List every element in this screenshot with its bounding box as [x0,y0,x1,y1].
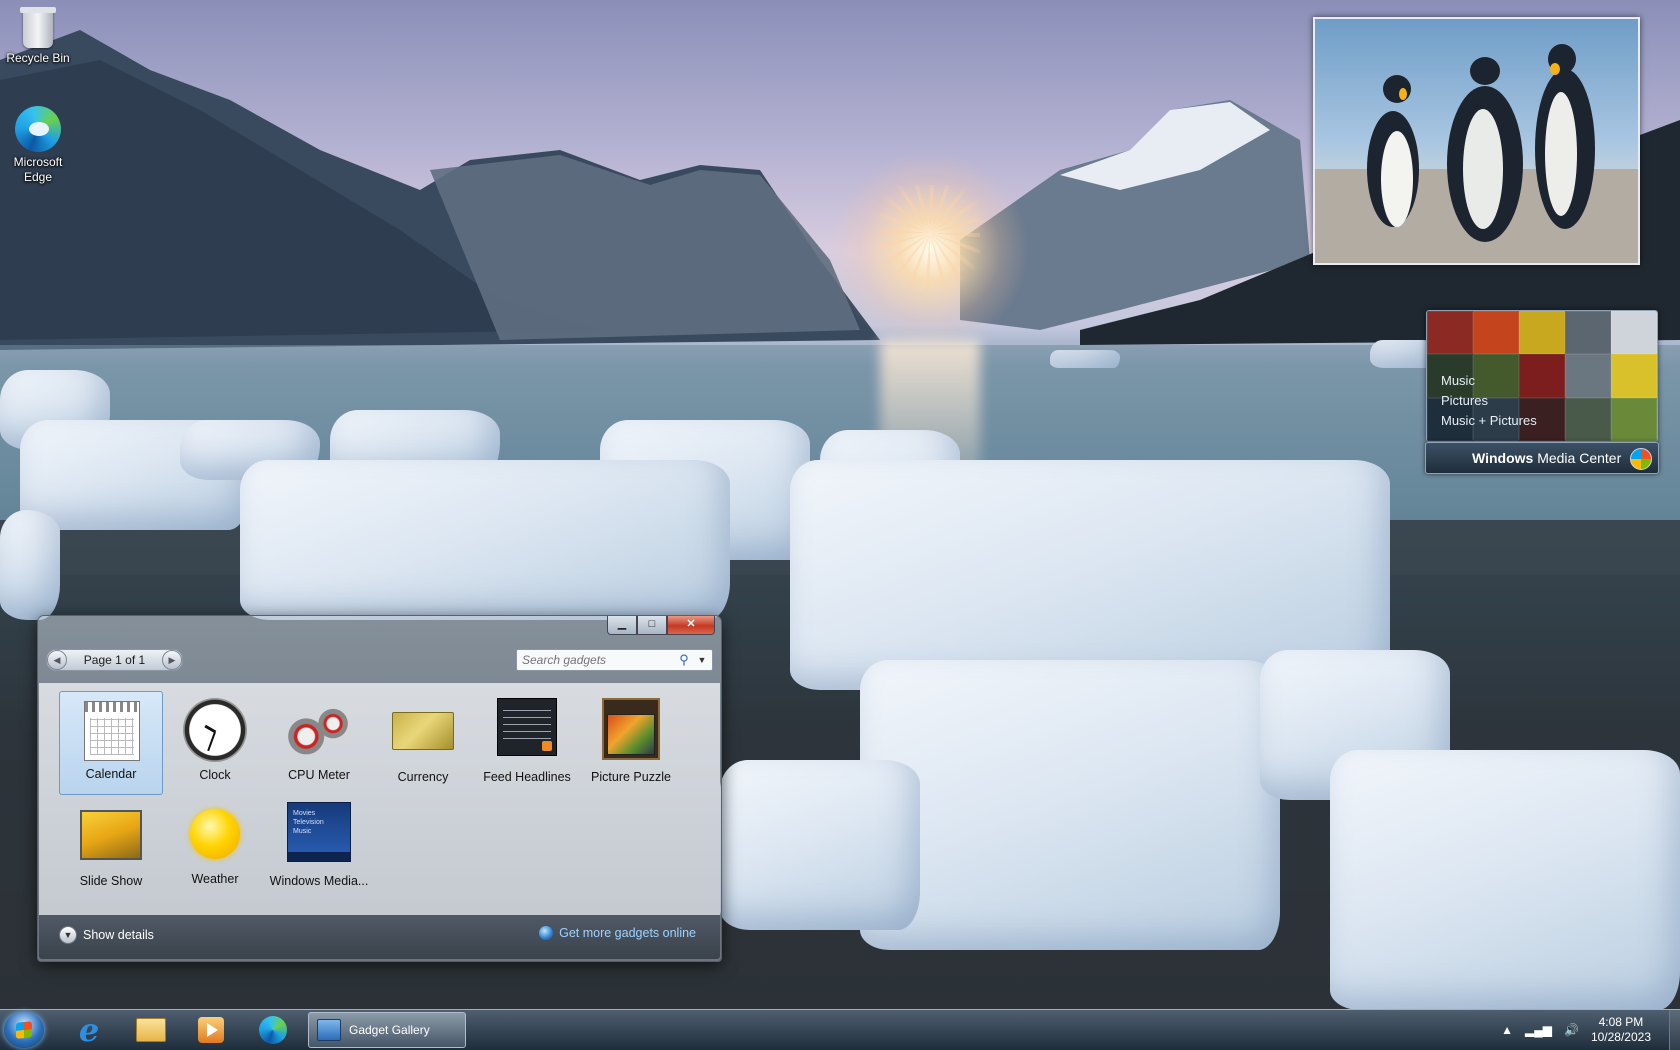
show-hidden-icons-icon[interactable]: ▲ [1501,1023,1513,1037]
gadget-picture-puzzle[interactable]: Picture Puzzle [579,691,683,795]
slideshow-gadget[interactable] [1313,17,1640,265]
sun-rays [880,185,980,305]
gadget-label: Weather [191,872,239,886]
gadget-currency[interactable]: Currency [371,691,475,795]
media-player-icon [198,1017,224,1043]
gadget-weather[interactable]: Weather [163,795,267,899]
pinned-internet-explorer[interactable]: e [62,1011,116,1049]
show-details-toggle[interactable]: ▼ Show details [59,926,154,944]
gadget-gallery-window[interactable]: ▁ □ ✕ ◀ Page 1 of 1 ▶ ⚲ ▼ Calendar Clock [37,615,722,962]
weather-icon [190,809,240,859]
media-menu-music[interactable]: Music [1441,371,1537,391]
ice-block [1050,350,1120,368]
ice-block [240,460,730,620]
penguins-photo [1315,44,1638,263]
gadget-label: CPU Meter [288,768,350,782]
desktop-icon-label: Microsoft Edge [13,155,63,184]
desktop-icon-recycle-bin[interactable]: Recycle Bin [0,6,78,66]
close-button[interactable]: ✕ [667,616,715,635]
brand-media-center: Media Center [1533,450,1622,466]
gadget-slide-show[interactable]: Slide Show [59,795,163,899]
gadget-clock[interactable]: Clock [163,691,267,795]
taskbar-gadget-gallery[interactable]: Gadget Gallery [308,1012,466,1048]
internet-explorer-icon: e [78,1011,100,1049]
pinned-edge[interactable] [246,1012,300,1048]
desktop-icon-label: Recycle Bin [6,51,70,65]
pager: ◀ Page 1 of 1 ▶ [46,649,183,671]
media-menu-pictures[interactable]: Pictures [1441,391,1537,411]
gadget-label: Slide Show [79,874,143,888]
network-icon[interactable]: ▂▄▆ [1525,1023,1552,1037]
start-button[interactable] [4,1012,44,1048]
tray-time: 4:08 PM [1598,1015,1644,1029]
media-center-launch-bar[interactable]: Windows Media Center [1425,442,1659,474]
taskbar: e Gadget Gallery ▲ ▂▄▆ 🔊 4:08 PM 10/28/2… [0,1009,1680,1050]
chevron-down-icon: ▼ [59,926,77,944]
search-box: ⚲ ▼ [516,649,713,671]
search-input[interactable] [517,652,674,668]
gadget-label: Picture Puzzle [591,770,671,784]
gadget-feed-headlines[interactable]: Feed Headlines [475,691,579,795]
gallery-footer: ▼ Show details Get more gadgets online [39,915,720,959]
gadget-label: Feed Headlines [483,770,571,784]
ice-block [1330,750,1680,1010]
get-more-gadgets-link[interactable]: Get more gadgets online [539,926,696,940]
media-menu-music-pictures[interactable]: Music + Pictures [1441,411,1537,431]
picture-puzzle-icon [602,698,660,760]
cpu-meter-icon [287,698,351,762]
gadget-windows-media-center[interactable]: Movies Television Music Windows Media... [267,795,371,899]
calendar-icon [84,701,140,761]
ice-block [860,660,1280,950]
globe-icon [539,926,554,940]
previous-page-button[interactable]: ◀ [47,650,67,670]
gadget-calendar[interactable]: Calendar [59,691,163,795]
edge-icon [15,106,61,152]
recycle-bin-icon [20,7,56,48]
currency-icon [392,712,454,750]
system-tray: ▲ ▂▄▆ 🔊 4:08 PM 10/28/2023 [1501,1010,1680,1050]
search-icon[interactable]: ⚲ [674,652,694,668]
get-more-gadgets-label: Get more gadgets online [559,926,696,940]
gadget-gallery-icon [317,1019,341,1041]
maximize-button[interactable]: □ [637,616,667,635]
pinned-media-player[interactable] [184,1012,238,1048]
media-menu: Music Pictures Music + Pictures [1441,371,1537,431]
gadget-label: Clock [199,768,231,782]
gadget-label: Windows Media... [269,874,369,888]
page-indicator: Page 1 of 1 [83,653,146,667]
windows-media-center-icon: Movies Television Music [287,802,351,862]
windows-logo-icon [1630,448,1652,470]
ice-block [0,510,60,620]
feed-headlines-icon [497,698,557,756]
show-details-label: Show details [83,928,154,942]
gadget-cpu-meter[interactable]: CPU Meter [267,691,371,795]
brand-windows: Windows [1472,450,1534,466]
next-page-button[interactable]: ▶ [161,650,182,670]
desktop-icon-edge[interactable]: Microsoft Edge [0,106,78,185]
clock-icon [183,698,247,762]
caption-buttons: ▁ □ ✕ [607,616,715,635]
gallery-toolbar: ◀ Page 1 of 1 ▶ ⚲ ▼ [46,649,713,673]
tray-date: 10/28/2023 [1590,1030,1651,1044]
search-dropdown-icon[interactable]: ▼ [694,655,710,665]
media-center-gadget[interactable]: Music Pictures Music + Pictures [1426,310,1658,442]
tray-clock[interactable]: 4:08 PM 10/28/2023 [1591,1015,1651,1045]
task-label: Gadget Gallery [349,1023,430,1037]
slide-show-icon [80,810,142,860]
gadget-label: Calendar [85,767,137,781]
ice-block [720,760,920,930]
show-desktop-button[interactable] [1669,1010,1680,1050]
minimize-button[interactable]: ▁ [607,616,637,635]
gadget-list: Calendar Clock CPU Meter Currency Feed H… [39,682,720,915]
volume-icon[interactable]: 🔊 [1564,1023,1579,1037]
folder-icon [136,1018,166,1042]
edge-icon [259,1016,287,1044]
gadget-label: Currency [397,770,449,784]
pinned-file-explorer[interactable] [124,1012,178,1048]
